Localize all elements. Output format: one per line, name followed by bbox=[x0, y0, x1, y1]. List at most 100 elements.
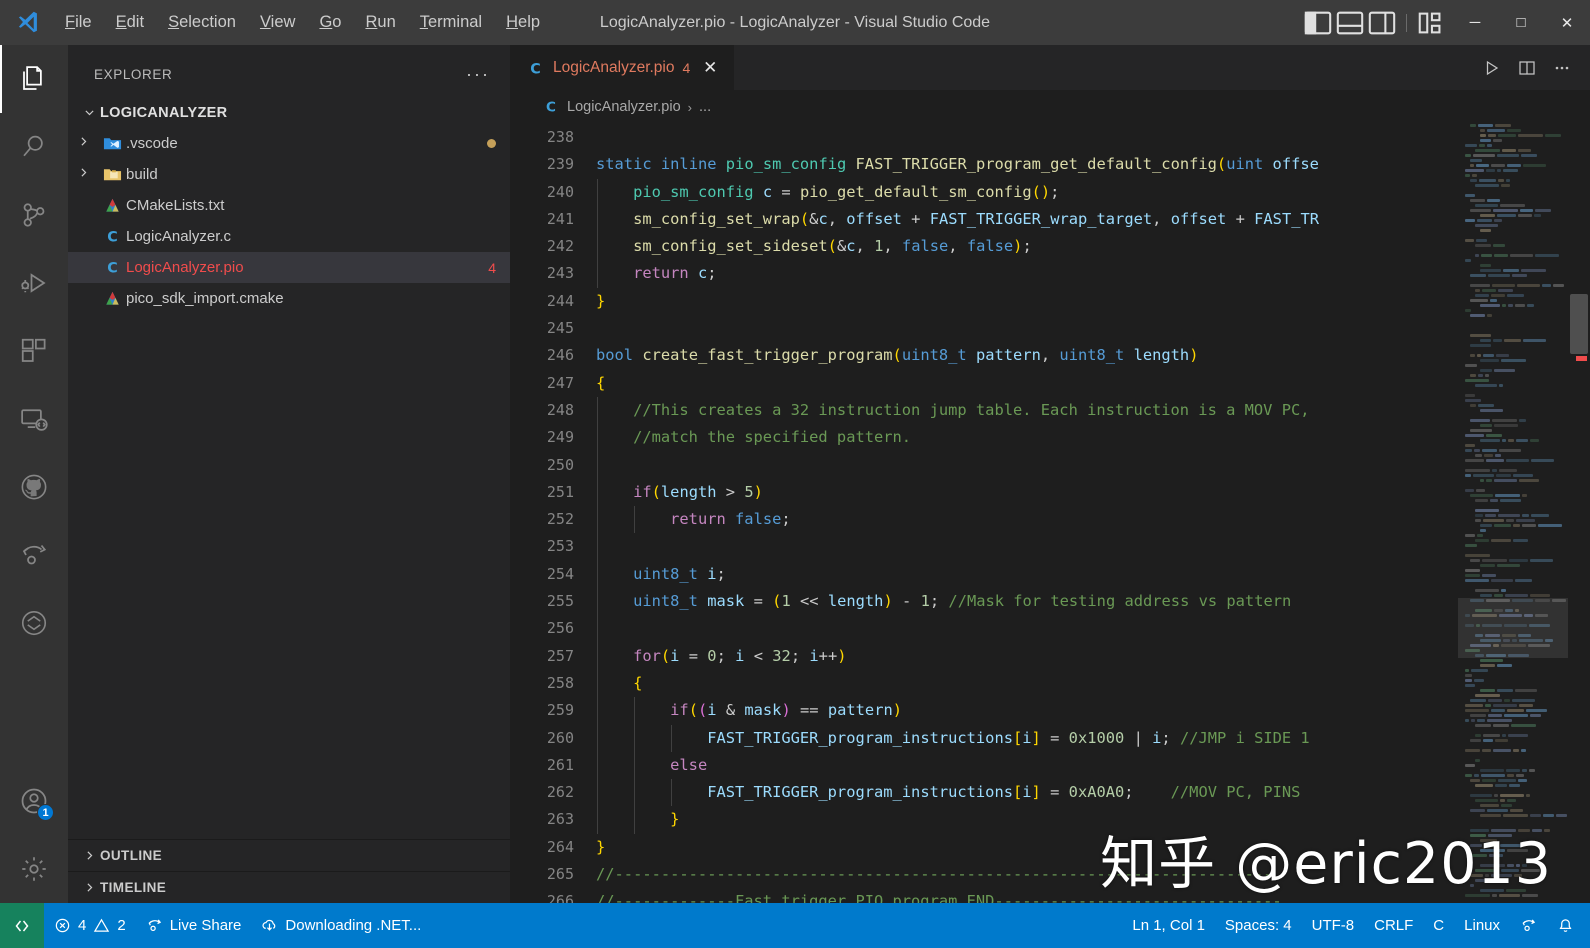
menu-view[interactable]: View bbox=[249, 9, 306, 36]
code-line[interactable]: 250 bbox=[510, 451, 1458, 479]
status-cursor-position[interactable]: Ln 1, Col 1 bbox=[1122, 903, 1215, 948]
code-line[interactable]: 242 sm_config_set_sideset(&c, 1, false, … bbox=[510, 233, 1458, 261]
split-editor-icon[interactable] bbox=[1511, 52, 1543, 84]
activity-manage-settings[interactable] bbox=[0, 835, 68, 903]
menu-run[interactable]: Run bbox=[354, 9, 406, 36]
indent-guide bbox=[597, 724, 598, 752]
minimap-token bbox=[1516, 519, 1535, 522]
sidebar-more-actions-icon[interactable]: ··· bbox=[458, 64, 498, 85]
code-line[interactable]: 253 bbox=[510, 533, 1458, 561]
sidebar-panel-timeline[interactable]: TIMELINE bbox=[68, 871, 510, 903]
close-icon[interactable]: ✕ bbox=[698, 56, 722, 80]
code-line[interactable]: 266 //-------------Fast trigger PIO progr… bbox=[510, 888, 1458, 903]
code-line[interactable]: 248 //This creates a 32 instruction jump… bbox=[510, 396, 1458, 425]
breadcrumb-file[interactable]: LogicAnalyzer.pio bbox=[567, 99, 681, 115]
code-line[interactable]: 244} bbox=[510, 288, 1458, 315]
code-line[interactable]: 249 //match the specified pattern. bbox=[510, 424, 1458, 452]
maximize-button[interactable]: □ bbox=[1498, 0, 1544, 45]
menu-terminal[interactable]: Terminal bbox=[409, 9, 493, 36]
code-line[interactable]: 262 FAST_TRIGGER_program_instructions[i]… bbox=[510, 779, 1458, 807]
code-line[interactable]: 256 bbox=[510, 615, 1458, 643]
minimap-token bbox=[1480, 214, 1495, 217]
remote-window-indicator[interactable] bbox=[0, 903, 44, 948]
toggle-panel-icon[interactable] bbox=[1335, 8, 1365, 38]
status-notifications[interactable] bbox=[1547, 903, 1584, 948]
code-line[interactable]: 263 } bbox=[510, 806, 1458, 834]
activity-extensions[interactable] bbox=[0, 317, 68, 385]
menu-selection[interactable]: Selection bbox=[157, 9, 247, 36]
status-problems[interactable]: 4 2 bbox=[44, 903, 136, 948]
activity-search[interactable] bbox=[0, 113, 68, 181]
tree-item-vscode[interactable]: .vscode bbox=[68, 128, 510, 159]
code-line[interactable]: 264} bbox=[510, 834, 1458, 861]
menu-help[interactable]: Help bbox=[495, 9, 551, 36]
minimap-token bbox=[1487, 144, 1492, 147]
more-actions-icon[interactable] bbox=[1546, 52, 1578, 84]
activity-remote-explorer[interactable] bbox=[0, 385, 68, 453]
scrollbar-thumb[interactable] bbox=[1570, 294, 1588, 354]
code-line[interactable]: 243 return c; bbox=[510, 260, 1458, 288]
toggle-secondary-sidebar-icon[interactable] bbox=[1367, 8, 1397, 38]
code-line[interactable]: 247 { bbox=[510, 370, 1458, 397]
code-line[interactable]: 240 pio_sm_config c = pio_get_default_sm… bbox=[510, 178, 1458, 206]
tab-logicanalyzer-pio[interactable]: C LogicAnalyzer.pio 4 ✕ bbox=[510, 45, 735, 90]
minimap-line bbox=[1462, 559, 1568, 563]
line-number: 253 bbox=[546, 537, 574, 556]
code-line[interactable]: 238 bbox=[510, 124, 1458, 151]
code-line[interactable]: 252 return false; bbox=[510, 506, 1458, 534]
code-editor[interactable]: 238 239 static inline pio_sm_config FAST_T… bbox=[510, 124, 1590, 903]
activity-accounts[interactable]: 1 bbox=[0, 767, 68, 835]
activity-explorer[interactable] bbox=[0, 45, 68, 113]
code-line[interactable]: 258 { bbox=[510, 669, 1458, 698]
code-line[interactable]: 265 //-----------------------------------… bbox=[510, 861, 1458, 888]
code-line[interactable]: 257 for(i = 0; i < 32; i++) bbox=[510, 642, 1458, 670]
status-live-share-session[interactable] bbox=[1510, 903, 1547, 948]
code-line[interactable]: 259 if((i & mask) == pattern) bbox=[510, 697, 1458, 725]
menu-go[interactable]: Go bbox=[308, 9, 352, 36]
activity-run-debug[interactable] bbox=[0, 249, 68, 317]
minimize-button[interactable]: ─ bbox=[1452, 0, 1498, 45]
toggle-primary-sidebar-icon[interactable] bbox=[1303, 8, 1333, 38]
code-line[interactable]: 261 else bbox=[510, 751, 1458, 780]
editor-scrollbar[interactable] bbox=[1568, 124, 1590, 903]
close-button[interactable]: ✕ bbox=[1544, 0, 1590, 45]
code-line[interactable]: 239 static inline pio_sm_config FAST_TRIG… bbox=[510, 151, 1458, 178]
status-encoding[interactable]: UTF-8 bbox=[1302, 903, 1365, 948]
tree-item-pico-sdk-import[interactable]: pico_sdk_import.cmake bbox=[68, 283, 510, 314]
sidebar-panel-outline[interactable]: OUTLINE bbox=[68, 839, 510, 871]
customize-layout-icon[interactable] bbox=[1416, 8, 1446, 38]
activity-github[interactable] bbox=[0, 453, 68, 521]
tree-item-cmakelists[interactable]: CMakeLists.txt bbox=[68, 190, 510, 221]
code-line[interactable]: 255 uint8_t mask = (1 << length) - 1; //… bbox=[510, 588, 1458, 616]
status-eol[interactable]: CRLF bbox=[1364, 903, 1423, 948]
code-line[interactable]: 245 bbox=[510, 315, 1458, 342]
activity-cmake-tools[interactable] bbox=[0, 589, 68, 657]
indent-guide bbox=[597, 560, 598, 589]
code-line[interactable]: 251 if(length > 5) bbox=[510, 478, 1458, 507]
code-line[interactable]: 260 FAST_TRIGGER_program_instructions[i]… bbox=[510, 724, 1458, 752]
tree-item-logicanalyzer-pio[interactable]: C LogicAnalyzer.pio 4 bbox=[68, 252, 510, 283]
minimap-token bbox=[1522, 864, 1527, 867]
tree-item-build[interactable]: build bbox=[68, 159, 510, 190]
code-line[interactable]: 246 bool create_fast_trigger_program(uint… bbox=[510, 342, 1458, 369]
activity-source-control[interactable] bbox=[0, 181, 68, 249]
status-language-mode[interactable]: C bbox=[1423, 903, 1454, 948]
breadcrumb-overflow[interactable]: ... bbox=[699, 99, 711, 115]
minimap-slider[interactable] bbox=[1458, 598, 1568, 658]
menu-file[interactable]: File bbox=[54, 9, 103, 36]
minimap[interactable] bbox=[1458, 124, 1568, 903]
minimap-line bbox=[1462, 729, 1568, 733]
folder-root-logicanalyzer[interactable]: LOGICANALYZER bbox=[68, 97, 510, 128]
status-platform[interactable]: Linux bbox=[1454, 903, 1510, 948]
status-downloading-dotnet[interactable]: Downloading .NET... bbox=[251, 903, 431, 948]
run-icon[interactable] bbox=[1476, 52, 1508, 84]
activity-live-share[interactable] bbox=[0, 521, 68, 589]
status-live-share[interactable]: Live Share bbox=[136, 903, 252, 948]
code-content[interactable]: 238 239 static inline pio_sm_config FAST_T… bbox=[510, 124, 1458, 903]
status-indentation[interactable]: Spaces: 4 bbox=[1215, 903, 1302, 948]
tree-item-logicanalyzer-c[interactable]: C LogicAnalyzer.c bbox=[68, 221, 510, 252]
code-line[interactable]: 241 sm_config_set_wrap(&c, offset + FAST… bbox=[510, 205, 1458, 234]
minimap-token bbox=[1522, 894, 1538, 897]
menu-edit[interactable]: Edit bbox=[105, 9, 155, 36]
code-line[interactable]: 254 uint8_t i; bbox=[510, 560, 1458, 589]
